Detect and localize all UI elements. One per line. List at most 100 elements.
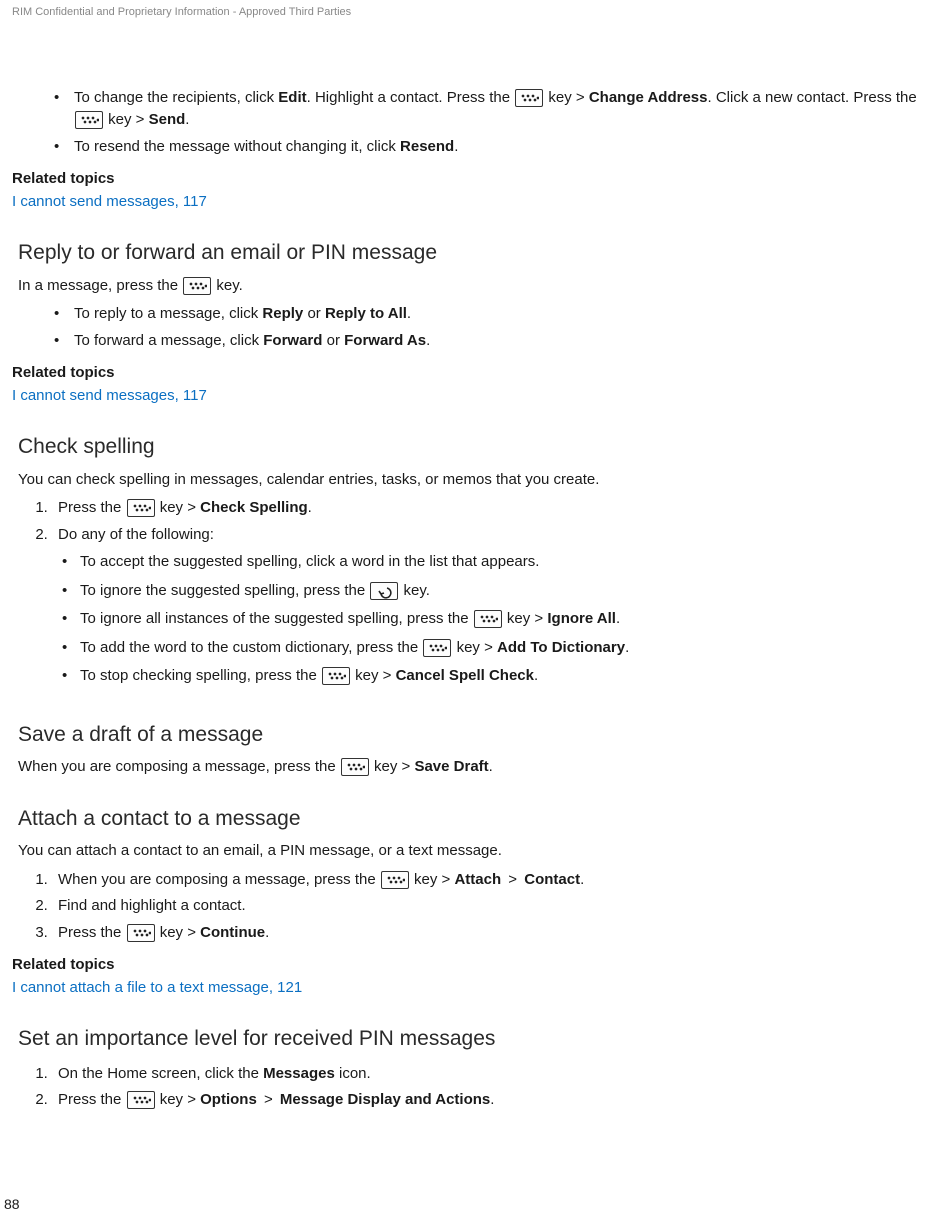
menu-key-icon	[75, 111, 103, 129]
related-link-cannot-send[interactable]: I cannot send messages, 117	[12, 191, 917, 214]
menu-key-icon	[127, 1091, 155, 1109]
menu-key-icon	[381, 871, 409, 889]
spell-sub-bullets: To accept the suggested spelling, click …	[58, 548, 917, 691]
spell-sub-4: To add the word to the custom dictionary…	[80, 634, 917, 663]
text: Press the	[58, 499, 126, 516]
text: .	[185, 111, 189, 128]
bold-options: Options	[200, 1091, 257, 1108]
text: . Highlight a contact. Press the	[307, 89, 515, 106]
escape-key-icon	[370, 582, 398, 600]
related-topics-heading: Related topics	[12, 168, 917, 191]
section-importance: Set an importance level for received PIN…	[18, 1023, 917, 1055]
reply-intro: In a message, press the key.	[18, 275, 917, 298]
spell-step-2: Do any of the following: To accept the s…	[52, 522, 917, 695]
bold-messages: Messages	[263, 1065, 335, 1082]
text: or	[322, 332, 344, 349]
spell-sub-5: To stop checking spelling, press the key…	[80, 662, 917, 691]
text: .	[534, 667, 538, 684]
text: Do any of the following:	[58, 526, 214, 543]
menu-key-icon	[515, 89, 543, 107]
section-attach-contact: Attach a contact to a message	[18, 803, 917, 835]
bold-check-spelling: Check Spelling	[200, 499, 308, 516]
spell-sub-3: To ignore all instances of the suggested…	[80, 605, 917, 634]
text: To ignore all instances of the suggested…	[80, 610, 473, 627]
importance-step-2: Press the key > Options > Message Displa…	[52, 1087, 917, 1114]
related-link-cannot-attach[interactable]: I cannot attach a file to a text message…	[12, 977, 917, 1000]
attach-step-1: When you are composing a message, press …	[52, 867, 917, 894]
reply-bullet-2: To forward a message, click Forward or F…	[74, 328, 917, 355]
bold-ignore-all: Ignore All	[547, 610, 616, 627]
text: key >	[503, 610, 548, 627]
section-check-spelling: Check spelling	[18, 431, 917, 463]
text: On the Home screen, click the	[58, 1065, 263, 1082]
text: To ignore the suggested spelling, press …	[80, 582, 369, 599]
bold-send: Send	[149, 111, 186, 128]
bold-resend: Resend	[400, 138, 454, 155]
text: .	[308, 499, 312, 516]
text: key >	[452, 639, 497, 656]
related-topics-heading: Related topics	[12, 362, 917, 385]
menu-key-icon	[341, 758, 369, 776]
spell-step-1: Press the key > Check Spelling.	[52, 495, 917, 522]
menu-key-icon	[322, 667, 350, 685]
bold-continue: Continue	[200, 924, 265, 941]
bold-add-to-dictionary: Add To Dictionary	[497, 639, 625, 656]
reply-bullet-1: To reply to a message, click Reply or Re…	[74, 301, 917, 328]
text: To stop checking spelling, press the	[80, 667, 321, 684]
importance-step-1: On the Home screen, click the Messages i…	[52, 1061, 917, 1088]
bold-reply: Reply	[262, 305, 303, 322]
text: Press the	[58, 1091, 126, 1108]
text: >	[504, 871, 521, 888]
importance-steps: On the Home screen, click the Messages i…	[12, 1061, 917, 1114]
text: . Click a new contact. Press the	[707, 89, 916, 106]
spell-sub-2: To ignore the suggested spelling, press …	[80, 577, 917, 606]
text: .	[625, 639, 629, 656]
text: icon.	[335, 1065, 371, 1082]
text: In a message, press the	[18, 277, 182, 294]
bold-contact: Contact	[524, 871, 580, 888]
bold-cancel-spell-check: Cancel Spell Check	[396, 667, 534, 684]
bold-forward: Forward	[263, 332, 322, 349]
text: or	[303, 305, 325, 322]
bold-change-address: Change Address	[589, 89, 708, 106]
bold-save-draft: Save Draft	[414, 758, 488, 775]
bold-attach: Attach	[454, 871, 501, 888]
text: key >	[156, 1091, 201, 1108]
bold-edit: Edit	[278, 89, 306, 106]
intro-bullet-list: To change the recipients, click Edit. Hi…	[12, 85, 917, 161]
section-save-draft: Save a draft of a message	[18, 719, 917, 751]
attach-step-3: Press the key > Continue.	[52, 920, 917, 947]
text: key >	[351, 667, 396, 684]
text: >	[260, 1091, 277, 1108]
text: When you are composing a message, press …	[58, 871, 380, 888]
text: key.	[212, 277, 243, 294]
related-link-cannot-send[interactable]: I cannot send messages, 117	[12, 385, 917, 408]
text: key >	[410, 871, 455, 888]
attach-steps: When you are composing a message, press …	[12, 867, 917, 947]
text: .	[265, 924, 269, 941]
spell-intro: You can check spelling in messages, cale…	[18, 469, 917, 492]
attach-intro: You can attach a contact to an email, a …	[18, 840, 917, 863]
bold-forward-as: Forward As	[344, 332, 426, 349]
text: .	[490, 1091, 494, 1108]
text: To forward a message, click	[74, 332, 263, 349]
menu-key-icon	[183, 277, 211, 295]
text: .	[489, 758, 493, 775]
spell-sub-1: To accept the suggested spelling, click …	[80, 548, 917, 577]
text: key >	[370, 758, 415, 775]
text: To add the word to the custom dictionary…	[80, 639, 422, 656]
page-number: 88	[4, 1194, 20, 1215]
text: To change the recipients, click	[74, 89, 278, 106]
attach-step-2: Find and highlight a contact.	[52, 893, 917, 920]
text: .	[454, 138, 458, 155]
draft-body: When you are composing a message, press …	[18, 756, 917, 779]
text: .	[580, 871, 584, 888]
text: key >	[104, 111, 149, 128]
bold-reply-all: Reply to All	[325, 305, 407, 322]
text: Press the	[58, 924, 126, 941]
text: key >	[156, 499, 201, 516]
text: key.	[399, 582, 430, 599]
text: .	[426, 332, 430, 349]
text: When you are composing a message, press …	[18, 758, 340, 775]
reply-bullets: To reply to a message, click Reply or Re…	[12, 301, 917, 354]
